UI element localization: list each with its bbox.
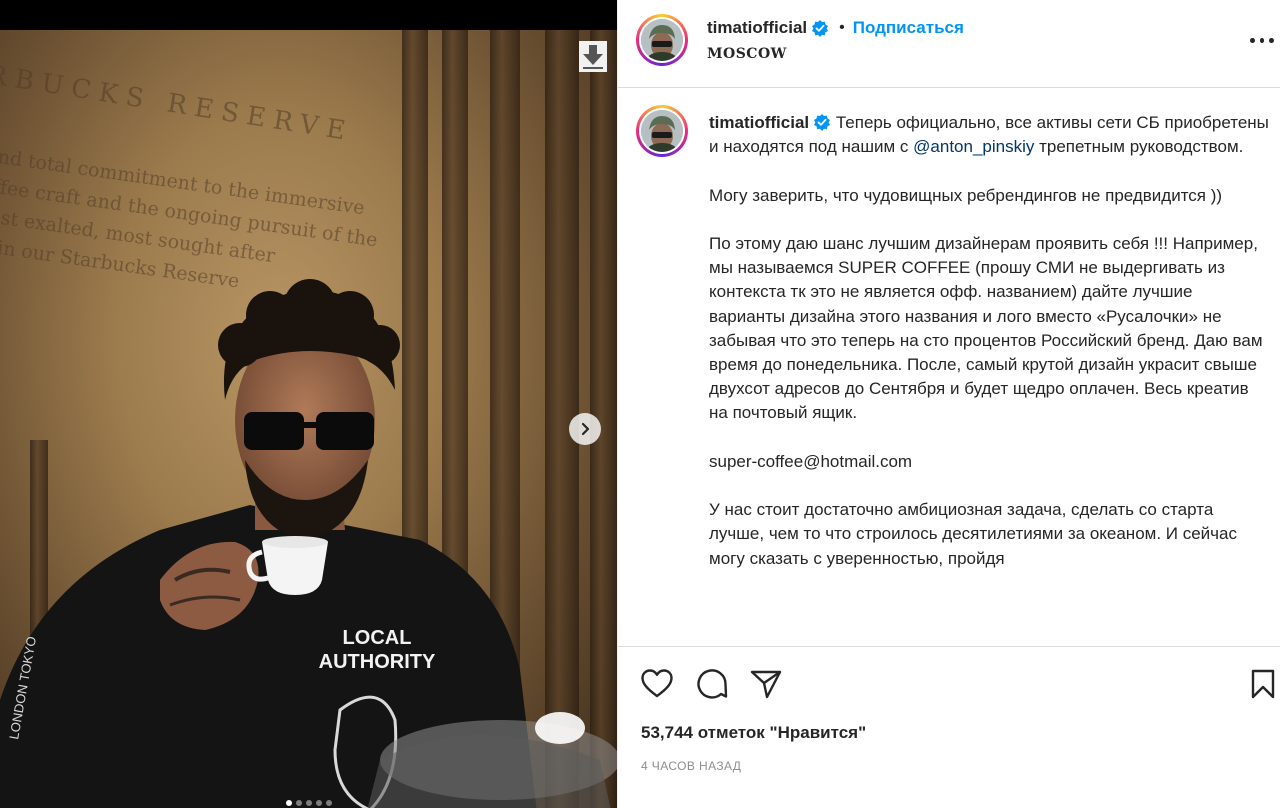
caption-paragraph: Могу заверить, что чудовищных ребрендинг…	[709, 185, 1223, 205]
carousel-dot	[315, 800, 322, 806]
comment-icon	[697, 669, 728, 699]
carousel-dot	[295, 800, 302, 806]
post-actions: 53,744 отметок "Нравится" 4 ЧАСОВ НАЗАД	[618, 646, 1280, 808]
chevron-right-icon	[581, 422, 590, 436]
caption-email: super-coffee@hotmail.com	[709, 451, 913, 471]
follow-button[interactable]: Подписаться	[853, 18, 964, 38]
next-media-button[interactable]	[569, 413, 601, 445]
man-drinking-coffee-illustration: LOCAL AUTHORITY LONDON TOKYO	[0, 279, 617, 808]
post-photo: RBUCKS RESERVE nd total commitment to th…	[0, 30, 617, 808]
paper-plane-icon	[750, 670, 782, 699]
likes-count[interactable]: 53,744 отметок "Нравится"	[641, 723, 866, 743]
avatar[interactable]	[636, 14, 688, 66]
caption-paragraph: По этому даю шанс лучшим дизайнерам проя…	[709, 233, 1263, 423]
carousel-dot	[285, 800, 292, 806]
caption-paragraph: timatiofficial Теперь официально, все ак…	[709, 111, 1269, 159]
more-horizontal-icon	[1250, 37, 1255, 43]
like-button[interactable]	[640, 667, 674, 701]
caption-scroll-area[interactable]: timatiofficial Теперь официально, все ак…	[618, 89, 1280, 646]
post-media: RBUCKS RESERVE nd total commitment to th…	[0, 0, 617, 808]
profile-photo	[641, 19, 683, 61]
location-link[interactable]: MOSCOW	[707, 46, 787, 62]
save-button[interactable]	[1246, 667, 1280, 701]
caption-paragraph: У нас стоит достаточно амбициозная задач…	[709, 500, 1237, 568]
media-top-bar	[0, 0, 617, 30]
username-link[interactable]: timatiofficial	[707, 18, 807, 38]
mention-link[interactable]: @anton_pinskiy	[913, 137, 1034, 156]
carousel-dot	[325, 800, 332, 806]
shirt-text-line: LOCAL	[343, 627, 412, 649]
shirt-text-line: AUTHORITY	[319, 651, 436, 673]
bookmark-icon	[1251, 669, 1275, 699]
heart-icon	[641, 669, 673, 698]
carousel-dots	[0, 800, 617, 806]
post-side-panel: timatiofficial • Подписаться MOSCOW tima…	[617, 0, 1280, 808]
post-header: timatiofficial • Подписаться MOSCOW	[618, 0, 1280, 88]
carousel-dot	[305, 800, 312, 806]
avatar[interactable]	[636, 105, 688, 157]
more-options-button[interactable]	[1250, 34, 1275, 46]
download-button[interactable]	[579, 41, 607, 72]
comment-button[interactable]	[695, 667, 729, 701]
verified-badge-icon	[814, 114, 831, 131]
caption-text: трепетным руководством.	[1039, 137, 1244, 157]
share-button[interactable]	[749, 667, 783, 701]
profile-photo	[641, 110, 683, 152]
verified-badge-icon	[812, 20, 829, 37]
header-line: timatiofficial • Подписаться	[707, 18, 964, 38]
caption-username-link[interactable]: timatiofficial	[709, 113, 809, 132]
header-separator: •	[839, 19, 845, 36]
post-timestamp[interactable]: 4 ЧАСОВ НАЗАД	[641, 759, 741, 773]
download-arrow-icon	[583, 45, 603, 69]
post-caption: timatiofficial Теперь официально, все ак…	[709, 111, 1269, 571]
